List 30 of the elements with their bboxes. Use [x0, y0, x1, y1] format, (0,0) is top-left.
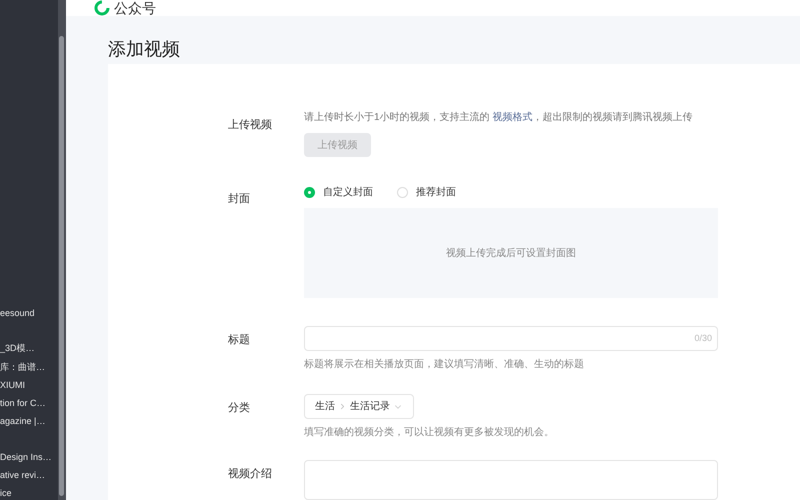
bookmark-item[interactable]: eesound	[0, 307, 35, 319]
separator-icon	[338, 402, 347, 411]
cover-radio[interactable]: 推荐封面	[397, 185, 456, 200]
bookmark-item[interactable]: ice	[0, 487, 12, 499]
bookmark-item[interactable]: agazine |…	[0, 415, 46, 427]
bookmark-item[interactable]: XIUMI	[0, 379, 26, 391]
field-label: 标题	[228, 334, 250, 346]
category-part: 生活记录	[350, 400, 390, 414]
bookmark-item[interactable]: _3D模…	[0, 342, 35, 354]
field-label: 分类	[228, 402, 250, 414]
category-part: 生活	[315, 400, 335, 414]
brand-name: 公众号	[114, 0, 156, 16]
category-select[interactable]: 生活 生活记录	[304, 394, 414, 419]
bookmark-item[interactable]: 库：曲谱…	[0, 361, 45, 373]
title-help: 标题将展示在相关播放页面，建议填写清晰、准确、生动的标题	[304, 358, 585, 372]
formats-link[interactable]: 视频格式	[492, 112, 532, 123]
bookmark-item[interactable]: tion for C…	[0, 397, 46, 409]
cover-placeholder-text: 视频上传完成后可设置封面图	[446, 246, 576, 260]
category-help: 填写准确的视频分类，可以让视频有更多被发现的机会。	[304, 426, 555, 440]
cover-radio[interactable]: 自定义封面	[304, 185, 373, 200]
field-label: 上传视频	[228, 119, 272, 131]
scrollbar[interactable]	[58, 0, 66, 500]
page-title: 添加视频	[108, 39, 180, 59]
character-counter: 0/30	[694, 332, 712, 345]
field-label: 封面	[228, 193, 250, 205]
field-label: 视频介绍	[228, 468, 272, 480]
upload-hint: 请上传时长小于1小时的视频，支持主流的 视频格式，超出限制的视频请到腾讯视频上传	[304, 111, 694, 125]
bookmark-item[interactable]: ative revi…	[0, 469, 46, 481]
bookmark-item[interactable]: Design Ins…	[0, 451, 52, 463]
logo-icon	[94, 0, 110, 16]
